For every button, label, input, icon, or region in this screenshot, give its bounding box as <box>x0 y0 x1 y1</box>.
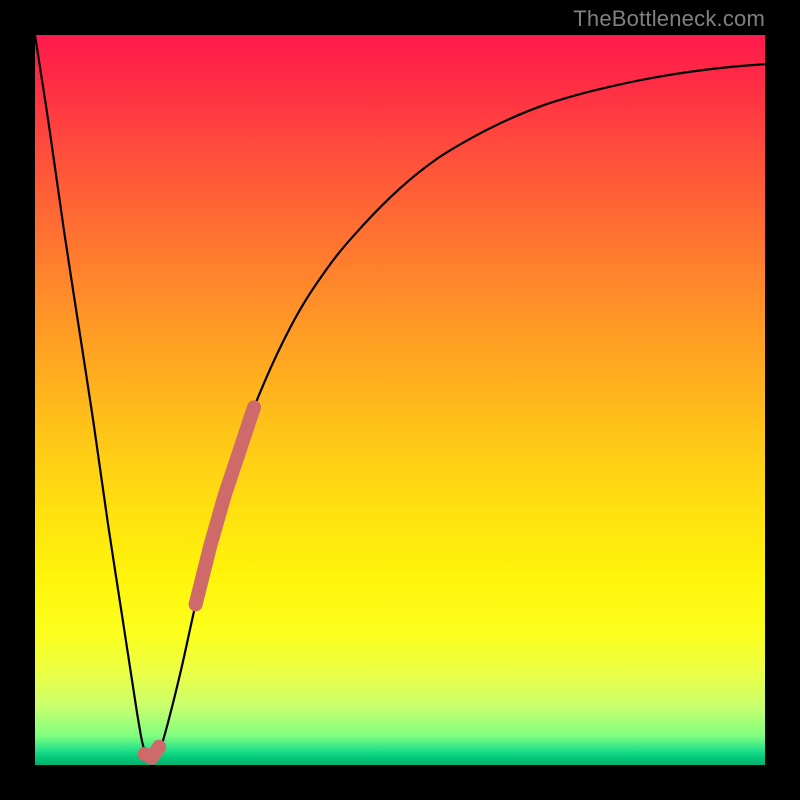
curve-svg <box>35 35 765 765</box>
chart-frame: TheBottleneck.com <box>0 0 800 800</box>
marker-minimum <box>145 747 160 758</box>
plot-area <box>35 35 765 765</box>
watermark-text: TheBottleneck.com <box>573 6 765 32</box>
marker-ascending <box>196 407 254 604</box>
deviation-curve <box>35 35 765 758</box>
